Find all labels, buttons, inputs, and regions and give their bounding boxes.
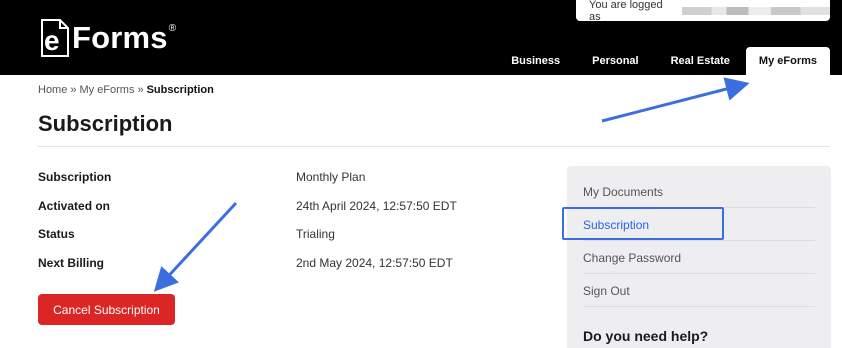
detail-value: Monthly Plan — [296, 170, 366, 184]
arrow-to-my-eforms — [601, 77, 750, 123]
annotation-highlight-box — [562, 207, 724, 240]
detail-label: Activated on — [38, 198, 111, 213]
logo-text: Forms — [72, 20, 168, 55]
divider — [38, 146, 830, 147]
main-nav: Business Personal Real Estate My eForms — [495, 47, 830, 75]
nav-real-estate[interactable]: Real Estate — [655, 47, 746, 75]
nav-personal[interactable]: Personal — [576, 47, 654, 75]
document-icon: e — [40, 18, 70, 58]
nav-business[interactable]: Business — [495, 47, 576, 75]
eforms-logo[interactable]: e Forms ® — [40, 14, 190, 62]
login-text: You are logged as — [589, 0, 663, 23]
sidebar-divider — [583, 240, 815, 241]
sidebar-divider — [583, 306, 815, 307]
sidebar-item-change-password[interactable]: Change Password — [583, 251, 681, 265]
logged-in-indicator: You are logged as — [576, 0, 830, 23]
detail-row: Next Billing 2nd May 2024, 12:57:50 EDT — [38, 252, 538, 281]
breadcrumb-separator: » — [70, 84, 77, 96]
registered-mark: ® — [168, 22, 177, 34]
logo-letter-e: e — [44, 25, 60, 56]
redacted-username — [682, 6, 830, 15]
subscription-details: Subscription Monthly Plan Activated on 2… — [38, 166, 538, 280]
breadcrumb-home[interactable]: Home — [38, 84, 67, 96]
help-heading: Do you need help? — [583, 328, 709, 344]
detail-label: Subscription — [38, 170, 112, 184]
page-title: Subscription — [38, 111, 173, 136]
breadcrumb: Home» My eForms» Subscription — [38, 84, 214, 96]
detail-row: Subscription Monthly Plan — [38, 166, 538, 195]
detail-value: 24th April 2024, 12:57:50 EDT — [296, 198, 457, 213]
detail-label: Next Billing — [38, 255, 105, 270]
sidebar-divider — [583, 273, 815, 274]
detail-label: Status — [38, 227, 75, 241]
nav-my-eforms[interactable]: My eForms — [745, 47, 830, 75]
detail-row: Status Trialing — [38, 223, 538, 252]
detail-row: Activated on 24th April 2024, 12:57:50 E… — [38, 195, 538, 224]
breadcrumb-my-eforms[interactable]: My eForms — [79, 84, 134, 96]
sidebar-item-my-documents[interactable]: My Documents — [583, 185, 663, 199]
detail-value: 2nd May 2024, 12:57:50 EDT — [296, 255, 453, 270]
account-sidebar: My Documents Subscription Change Passwor… — [567, 166, 831, 348]
sidebar-item-sign-out[interactable]: Sign Out — [583, 284, 630, 298]
site-header: e Forms ® You are logged as Business Per… — [0, 0, 842, 75]
breadcrumb-current: Subscription — [146, 84, 214, 96]
cancel-subscription-button[interactable]: Cancel Subscription — [38, 294, 175, 325]
detail-value: Trialing — [296, 227, 335, 241]
breadcrumb-separator: » — [137, 84, 144, 96]
